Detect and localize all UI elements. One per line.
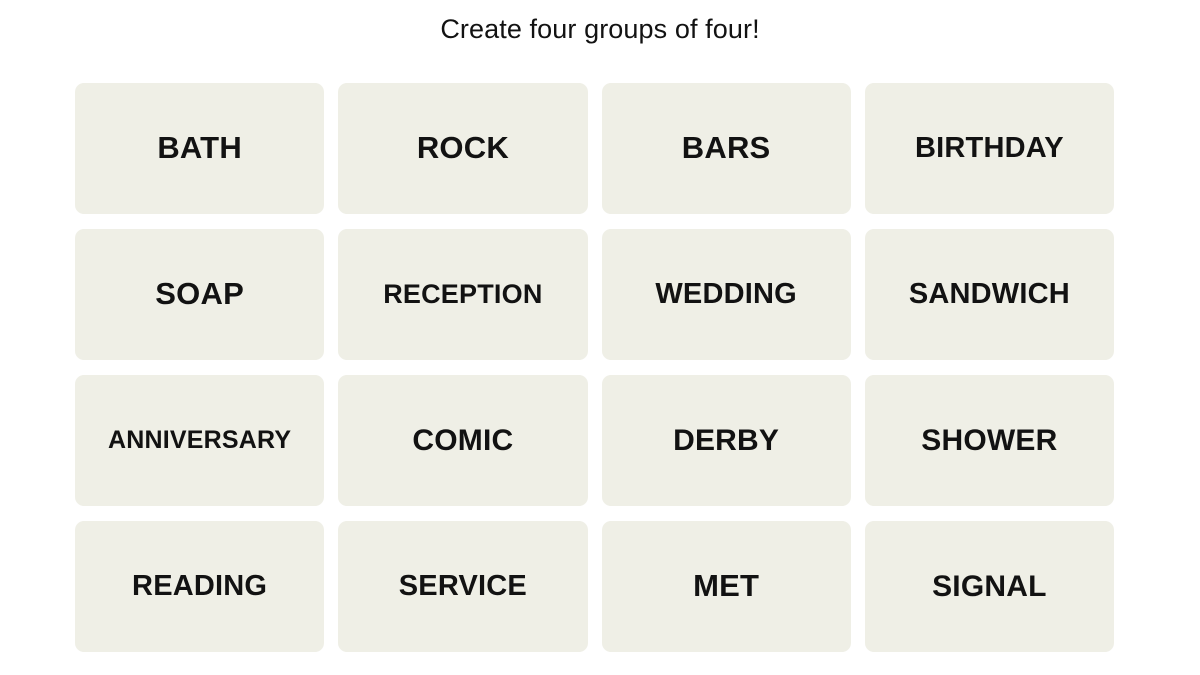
word-tile[interactable]: SANDWICH: [864, 229, 1114, 360]
page-title: Create four groups of four!: [440, 14, 760, 44]
word-tile[interactable]: SOAP: [75, 229, 325, 360]
word-tile[interactable]: BARS: [601, 83, 851, 214]
word-tile[interactable]: BIRTHDAY: [864, 83, 1114, 214]
word-tile[interactable]: SERVICE: [338, 521, 588, 652]
word-tile-label: MET: [693, 568, 760, 604]
word-tile-label: READING: [132, 570, 268, 603]
word-tile[interactable]: DERBY: [601, 375, 851, 506]
word-tile[interactable]: READING: [75, 521, 325, 652]
word-tile-label: SERVICE: [398, 570, 527, 603]
word-tile[interactable]: WEDDING: [601, 229, 851, 360]
connections-game: Create four groups of four! BATH ROCK BARS…: [0, 0, 1200, 675]
word-tile-label: SOAP: [155, 276, 244, 312]
word-tile-label: COMIC: [412, 423, 514, 457]
word-tile-label: SHOWER: [921, 423, 1058, 457]
word-tile-label: SANDWICH: [908, 278, 1070, 311]
word-tile-label: ANNIVERSARY: [108, 426, 292, 455]
word-tile-label: DERBY: [673, 423, 780, 457]
word-tile[interactable]: ROCK: [338, 83, 588, 214]
word-tile-label: ROCK: [416, 130, 509, 166]
word-tile[interactable]: RECEPTION: [338, 229, 588, 360]
word-tile-label: SIGNAL: [932, 569, 1047, 603]
word-tile[interactable]: SIGNAL: [864, 521, 1114, 652]
word-tile[interactable]: COMIC: [338, 375, 588, 506]
word-tile[interactable]: SHOWER: [864, 375, 1114, 506]
word-grid: BATH ROCK BARS BIRTHDAY SOAP RECEPTION WEDDING…: [75, 83, 1114, 652]
word-tile-label: BATH: [157, 130, 242, 166]
word-tile[interactable]: MET: [601, 521, 851, 652]
word-tile-label: RECEPTION: [383, 279, 543, 310]
word-tile-label: BARS: [681, 130, 771, 166]
word-tile-label: WEDDING: [655, 278, 797, 311]
word-tile[interactable]: ANNIVERSARY: [75, 375, 325, 506]
word-tile-label: BIRTHDAY: [914, 132, 1064, 165]
word-tile[interactable]: BATH: [75, 83, 325, 214]
